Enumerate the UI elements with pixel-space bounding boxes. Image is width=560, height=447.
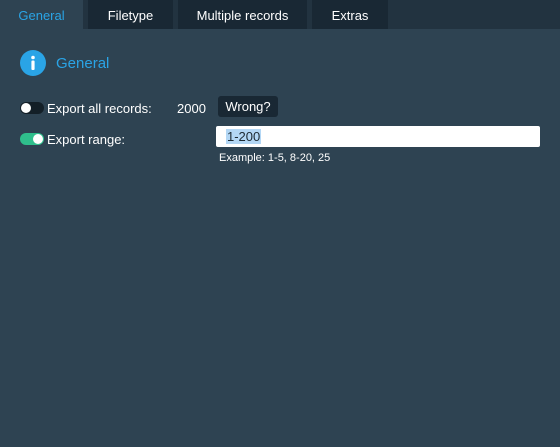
tab-multiple-records[interactable]: Multiple records bbox=[178, 0, 307, 29]
tab-filetype[interactable]: Filetype bbox=[88, 0, 173, 29]
export-all-label: Export all records: bbox=[47, 100, 152, 116]
export-range-toggle[interactable] bbox=[20, 133, 44, 145]
info-icon bbox=[20, 50, 46, 76]
tab-extras[interactable]: Extras bbox=[312, 0, 388, 29]
export-range-label: Export range: bbox=[47, 131, 126, 147]
tab-general[interactable]: General bbox=[0, 0, 83, 29]
record-count: 2000 bbox=[177, 101, 206, 116]
section-header: General bbox=[20, 50, 109, 76]
range-example-hint: Example: 1-5, 8-20, 25 bbox=[219, 152, 331, 164]
export-range-row: Export range: bbox=[20, 129, 125, 149]
toggle-knob bbox=[21, 103, 31, 113]
range-input-value: 1-200 bbox=[226, 129, 262, 144]
export-all-row: Export all records: bbox=[20, 98, 152, 118]
tab-bar: General Filetype Multiple records Extras bbox=[0, 0, 560, 29]
export-range-input[interactable]: 1-200 bbox=[216, 126, 540, 147]
wrong-button[interactable]: Wrong? bbox=[218, 96, 278, 117]
export-all-toggle[interactable] bbox=[20, 102, 44, 114]
section-title: General bbox=[56, 54, 110, 72]
toggle-knob bbox=[33, 134, 43, 144]
